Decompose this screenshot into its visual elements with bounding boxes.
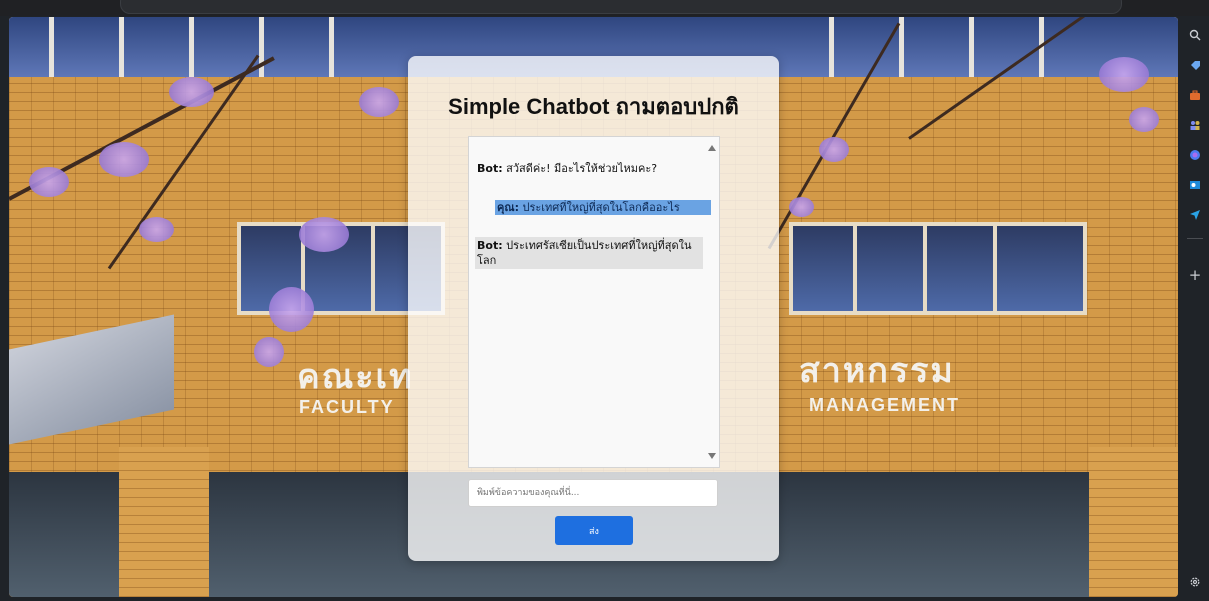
building-sign-eng-left: FACULTY (299, 397, 395, 417)
chatbot-title: Simple Chatbot ถามตอบปกติ (448, 94, 739, 119)
jacaranda-blossom (359, 87, 399, 117)
tag-icon[interactable] (1188, 58, 1202, 72)
browser-top-bar (0, 0, 1209, 16)
building-sign-thai-right: สาหกรรม (799, 352, 955, 390)
chatbot-card: Simple Chatbot ถามตอบปกติ Bot: สวัสดีค่ะ… (408, 56, 779, 561)
sidebar-divider (1187, 238, 1203, 239)
scroll-up-arrow-icon[interactable] (708, 145, 716, 151)
jacaranda-blossom (299, 217, 349, 252)
browser-sidebar: + (1181, 16, 1209, 601)
people-icon[interactable] (1188, 118, 1202, 132)
message-input[interactable] (468, 479, 718, 507)
jacaranda-blossom (819, 137, 849, 162)
message-sender: คุณ: (497, 201, 519, 214)
jacaranda-blossom (169, 77, 214, 107)
pillar (1089, 447, 1178, 597)
message-text: ประเทศที่ใหญ่ที่สุดในโลกคืออะไร (518, 201, 680, 214)
middle-window-right (789, 222, 1087, 315)
copilot-icon[interactable] (1188, 148, 1202, 162)
message-text: ประเทศรัสเซียเป็นประเทศที่ใหญ่ที่สุดในโล… (477, 239, 692, 267)
add-icon[interactable]: + (1188, 266, 1202, 284)
settings-icon[interactable] (1188, 575, 1202, 589)
building-sign-thai-left: คณะเท (297, 358, 414, 396)
pillar (119, 447, 209, 597)
message-sender: Bot: (477, 162, 503, 175)
jacaranda-blossom (29, 167, 69, 197)
jacaranda-blossom (789, 197, 814, 217)
address-bar[interactable] (120, 0, 1122, 14)
message-text: สวัสดีค่ะ! มีอะไรให้ช่วยไหมคะ? (502, 162, 658, 175)
jacaranda-blossom (269, 287, 314, 332)
jacaranda-blossom (1099, 57, 1149, 92)
jacaranda-blossom (254, 337, 284, 367)
jacaranda-blossom (1129, 107, 1159, 132)
jacaranda-blossom (139, 217, 174, 242)
send-icon[interactable] (1188, 208, 1202, 222)
building-sign-eng-right: MANAGEMENT (809, 395, 960, 415)
bot-message: Bot: สวัสดีค่ะ! มีอะไรให้ช่วยไหมคะ? (477, 161, 657, 176)
user-message: คุณ: ประเทศที่ใหญ่ที่สุดในโลกคืออะไร (495, 200, 711, 215)
send-button[interactable]: ส่ง (555, 516, 633, 545)
briefcase-icon[interactable] (1188, 88, 1202, 102)
scroll-down-arrow-icon[interactable] (708, 453, 716, 459)
search-icon[interactable] (1188, 28, 1202, 42)
message-sender: Bot: (477, 239, 503, 252)
chat-log[interactable]: Bot: สวัสดีค่ะ! มีอะไรให้ช่วยไหมคะ? คุณ:… (468, 136, 720, 468)
jacaranda-blossom (99, 142, 149, 177)
outlook-icon[interactable] (1188, 178, 1202, 192)
bot-message: Bot: ประเทศรัสเซียเป็นประเทศที่ใหญ่ที่สุ… (475, 237, 703, 269)
